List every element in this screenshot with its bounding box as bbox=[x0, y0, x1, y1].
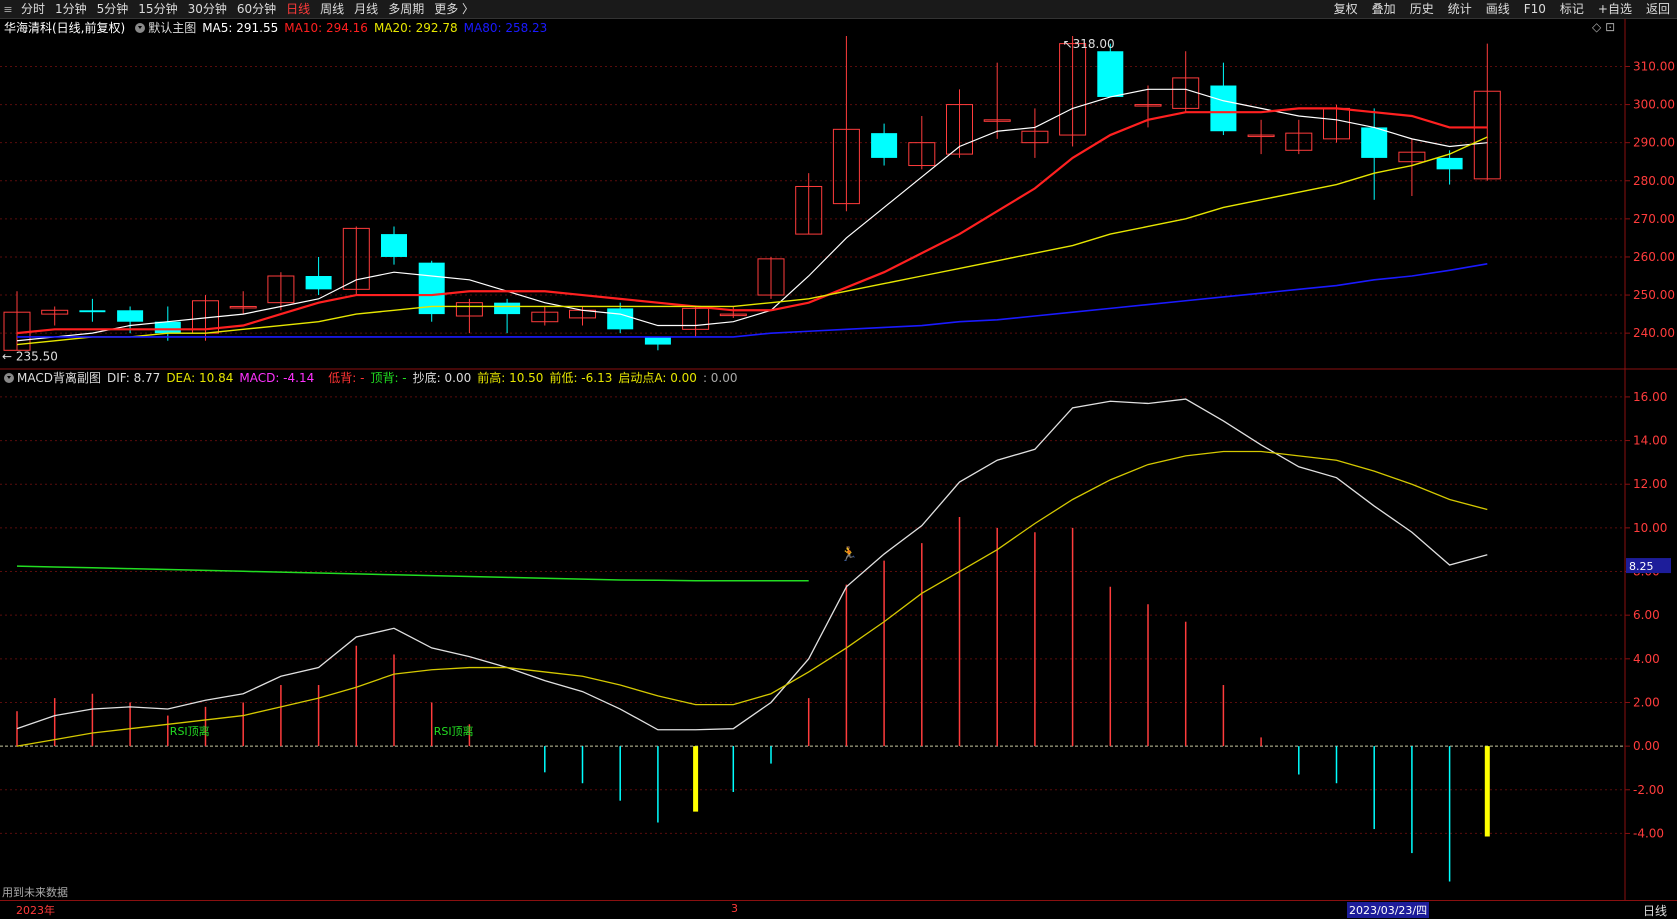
y-tick-label: 240.00 bbox=[1633, 326, 1675, 340]
period-label[interactable]: 日线 bbox=[1643, 902, 1667, 919]
y-tick-label: 6.00 bbox=[1633, 608, 1660, 622]
y-tick-label: 260.00 bbox=[1633, 250, 1675, 264]
y-tick-label: 270.00 bbox=[1633, 212, 1675, 226]
candle-body bbox=[644, 336, 671, 345]
signal-bar bbox=[693, 746, 699, 812]
chart-canvas: 240.00 250.00 260.00 270.00 280.00 290.00 300.… bbox=[0, 19, 1677, 900]
ma-line-ma5 bbox=[16, 88, 1488, 342]
green-trend-line bbox=[16, 565, 809, 582]
candle-body bbox=[871, 133, 898, 158]
signal-bar bbox=[1484, 746, 1490, 837]
y-tick-label: 16.00 bbox=[1633, 390, 1667, 404]
high-label: ↖318.00 bbox=[1063, 37, 1115, 51]
candle-body bbox=[1210, 85, 1237, 132]
y-tick-label: 4.00 bbox=[1633, 652, 1660, 666]
y-tick-label: 2.00 bbox=[1633, 695, 1660, 709]
rsi-label: RSI顶离 bbox=[170, 724, 210, 738]
runner-icon: 🏃 bbox=[840, 545, 857, 562]
y-tick-label: 14.00 bbox=[1633, 434, 1667, 448]
y-tick-label: 300.00 bbox=[1633, 98, 1675, 112]
candle-body bbox=[1097, 51, 1124, 97]
candle-body bbox=[494, 302, 521, 315]
cursor-date: 2023/03/23/四 bbox=[1347, 902, 1430, 918]
axis-month: 3 bbox=[731, 902, 738, 915]
candle-body bbox=[154, 321, 181, 334]
y-tick-label: -4.00 bbox=[1633, 826, 1664, 840]
candle-body bbox=[607, 308, 634, 330]
y-tick-label: 250.00 bbox=[1633, 288, 1675, 302]
future-data-note: 用到未来数据 bbox=[2, 886, 68, 899]
candle-body bbox=[1436, 157, 1463, 170]
y-tick-label: 310.00 bbox=[1633, 59, 1675, 73]
candle-body bbox=[305, 276, 332, 290]
candle-body bbox=[381, 234, 407, 257]
y-tick-label: 0.00 bbox=[1633, 739, 1660, 753]
line-dea bbox=[16, 450, 1488, 747]
y-tick-label: 280.00 bbox=[1633, 174, 1675, 188]
candle-body bbox=[79, 310, 106, 313]
candle-body bbox=[117, 310, 144, 322]
y-tick-label: -2.00 bbox=[1633, 783, 1664, 797]
low-label: ← 235.50 bbox=[2, 349, 58, 363]
y-tick-label: 290.00 bbox=[1633, 136, 1675, 150]
line-dif bbox=[16, 398, 1488, 731]
y-tick-label: 12.00 bbox=[1633, 477, 1667, 491]
candle-body bbox=[1361, 127, 1388, 158]
time-axis-bar: 2023年 3 2023/03/23/四 日线 bbox=[0, 900, 1677, 919]
rsi-label: RSI顶离 bbox=[434, 724, 474, 738]
y-tick-label: 10.00 bbox=[1633, 521, 1667, 535]
ma-line-ma10 bbox=[16, 107, 1488, 335]
ma-line-ma20 bbox=[16, 136, 1488, 346]
axis-year: 2023年 bbox=[16, 904, 55, 917]
dif-tag-label: 8.25 bbox=[1629, 560, 1654, 573]
